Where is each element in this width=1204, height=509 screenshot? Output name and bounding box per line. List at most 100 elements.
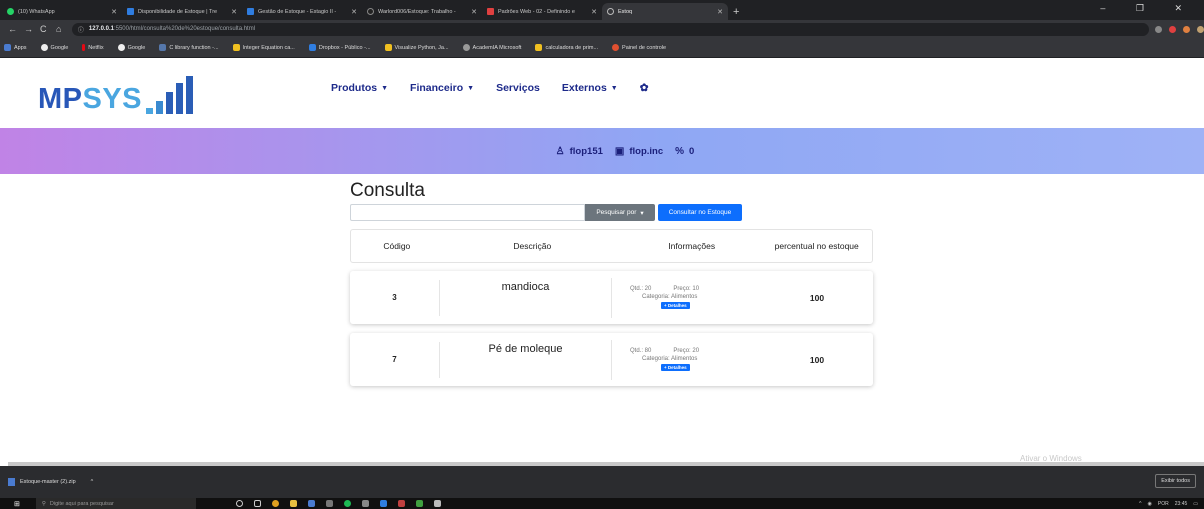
forward-icon[interactable]: →: [24, 24, 33, 34]
task-view-icon[interactable]: [253, 500, 261, 507]
network-icon[interactable]: ◉: [1148, 501, 1152, 507]
bookmark-apps[interactable]: Apps: [4, 44, 27, 51]
row-description: Pé de moleque: [440, 339, 612, 380]
browser-tab[interactable]: (10) WhatsApp ✕: [2, 3, 122, 20]
percent-icon: %: [675, 145, 685, 157]
globe-icon: [607, 8, 614, 15]
table-header: Código Descrição Informações percentual …: [350, 229, 873, 263]
spotify-icon[interactable]: [343, 500, 351, 507]
bookmark-item[interactable]: Integer Equation ca...: [232, 44, 295, 51]
app-icon[interactable]: [325, 500, 333, 507]
caret-down-icon: ▼: [610, 84, 618, 92]
nav-financeiro[interactable]: Financeiro ▼: [410, 82, 474, 94]
logo-text: MPSYS: [38, 83, 143, 115]
control-panel-icon: [612, 44, 620, 51]
info-icon: ⓘ: [77, 27, 84, 34]
browser-tab[interactable]: Padrões Web - 02 - Definindo e ✕: [482, 3, 602, 20]
clock[interactable]: 23:45: [1175, 501, 1188, 507]
bookmark-item[interactable]: Painel de controle: [612, 44, 666, 51]
nav-produtos[interactable]: Produtos ▼: [331, 82, 388, 94]
windows-start-icon[interactable]: ⊞: [14, 500, 20, 508]
site-favicon-icon: [232, 44, 240, 51]
settings-gear-icon[interactable]: ✿: [640, 82, 649, 94]
file-explorer-icon[interactable]: [289, 500, 297, 507]
back-icon[interactable]: ←: [8, 24, 17, 34]
app-icon[interactable]: [361, 500, 369, 507]
extension-icon[interactable]: [1183, 25, 1191, 33]
nav-servicos[interactable]: Serviços: [496, 82, 540, 94]
extension-icon[interactable]: [1169, 25, 1177, 33]
site-favicon-icon: [535, 44, 543, 51]
page-title: Consulta: [350, 180, 425, 201]
bookmark-item[interactable]: Google: [40, 44, 68, 51]
star-icon[interactable]: [1155, 25, 1163, 33]
search-by-dropdown[interactable]: Pesquisar por ▾: [585, 204, 655, 221]
python-icon: [384, 44, 392, 51]
system-tray: ^ ◉ POR 23:45 ▭: [1139, 498, 1198, 509]
extension-icons: [1155, 25, 1204, 33]
bookmarks-bar: Apps Google Netflix Google C library fun…: [0, 38, 1204, 58]
taskbar-search-input[interactable]: ⚲ Digite aqui para pesquisar: [35, 498, 196, 509]
close-tab-icon[interactable]: ✕: [591, 8, 597, 16]
consultar-button[interactable]: Consultar no Estoque: [658, 204, 742, 221]
row-categoria: Categoria: Alimentos: [642, 356, 698, 362]
home-icon[interactable]: ⌂: [56, 24, 64, 34]
browser-tab[interactable]: Warlord006/Estoque: Trabalho - ✕: [362, 3, 482, 20]
bookmark-item[interactable]: Dropbox - Público -...: [308, 44, 371, 51]
bookmark-item[interactable]: calculadora de prim...: [535, 44, 598, 51]
search-input[interactable]: [350, 204, 585, 221]
close-tab-icon[interactable]: ✕: [231, 8, 237, 16]
user-banner: ♙ flop151 ▣ flop.inc % 0: [0, 128, 1204, 174]
site-favicon-icon: [247, 8, 254, 15]
apps-grid-icon: [4, 44, 11, 51]
nav-externos[interactable]: Externos ▼: [562, 82, 618, 94]
chrome-icon[interactable]: [271, 500, 279, 507]
caret-down-icon: ▼: [381, 84, 389, 92]
store-icon[interactable]: [307, 500, 315, 507]
caret-down-icon: ▼: [467, 84, 475, 92]
new-tab-button[interactable]: +: [733, 6, 739, 18]
url-path: :5500/html/consulta%20de%20estoque/consu…: [113, 26, 256, 32]
bookmark-item[interactable]: AcademIA Microsoft: [462, 44, 521, 51]
row-preco: Preço: 20: [673, 348, 700, 354]
row-qtd: Qtd.: 80: [630, 348, 652, 354]
app-icon[interactable]: [415, 500, 423, 507]
row-percentual: 100: [809, 354, 825, 365]
site-favicon-icon: [159, 44, 167, 51]
netflix-icon: [82, 44, 86, 51]
vscode-icon[interactable]: [379, 500, 387, 507]
address-bar-row: ← → C ⌂ ⓘ 127.0.0.1:5500/html/consulta%2…: [0, 20, 1204, 38]
close-tab-icon[interactable]: ✕: [111, 8, 117, 16]
url-field[interactable]: ⓘ 127.0.0.1:5500/html/consulta%20de%20es…: [71, 22, 1150, 36]
close-tab-icon[interactable]: ✕: [351, 8, 357, 16]
cortana-icon[interactable]: [235, 500, 243, 507]
show-all-downloads-button[interactable]: Exibir todos: [1155, 474, 1196, 488]
app-icon[interactable]: [397, 500, 405, 507]
browser-tab[interactable]: Disponibilidade de Estoque | Tre ✕: [122, 3, 242, 20]
language-indicator[interactable]: POR: [1158, 501, 1169, 507]
search-icon: ⚲: [41, 500, 46, 507]
close-tab-icon[interactable]: ✕: [471, 8, 477, 16]
close-tab-icon[interactable]: ✕: [717, 8, 723, 16]
browser-tab-active[interactable]: Estoq ✕: [602, 3, 728, 20]
app-icon[interactable]: [433, 500, 441, 507]
browser-tab[interactable]: Gestão de Estoque - Estagio II - ✕: [242, 3, 362, 20]
download-item[interactable]: Estoque-master (2).zip ^: [8, 472, 118, 492]
chevron-up-icon[interactable]: ^: [91, 479, 94, 485]
bookmark-item[interactable]: Visualize Python, Ja...: [384, 44, 449, 51]
detalhes-button[interactable]: + Detalhes: [661, 364, 690, 371]
reload-icon[interactable]: C: [40, 24, 48, 34]
site-logo[interactable]: MPSYS: [38, 76, 194, 115]
window-controls[interactable]: – ❐ ✕: [1100, 3, 1196, 14]
google-icon: [40, 44, 48, 51]
bookmark-item[interactable]: C library function -...: [159, 44, 219, 51]
detalhes-button[interactable]: + Detalhes: [661, 302, 690, 309]
downloads-bar: Estoque-master (2).zip ^: [0, 466, 1204, 498]
bookmark-item[interactable]: Google: [117, 44, 145, 51]
notifications-icon[interactable]: ▭: [1193, 501, 1198, 507]
tray-chevron-icon[interactable]: ^: [1139, 501, 1141, 507]
profile-avatar-icon[interactable]: [1197, 25, 1204, 33]
site-favicon-icon: [127, 8, 134, 15]
bookmark-item[interactable]: Netflix: [82, 44, 104, 51]
row-info: Qtd.: 80 Preço: 20 Categoria: Alimentos +…: [612, 348, 762, 371]
